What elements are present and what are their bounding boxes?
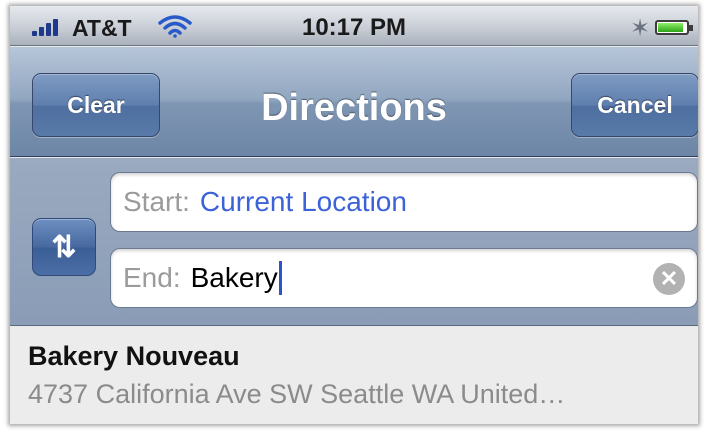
end-value: Bakery — [190, 262, 278, 293]
end-field[interactable]: End: Bakery ✕ — [110, 248, 698, 308]
start-label: Start: — [123, 186, 190, 217]
result-address: 4737 California Ave SW Seattle WA United… — [28, 379, 566, 409]
route-input-panel: ⇅ Start: Current Location End: Bakery ✕ — [10, 158, 698, 326]
result-name: Bakery Nouveau — [28, 341, 240, 371]
cancel-button[interactable]: Cancel — [571, 73, 698, 137]
swap-route-button[interactable]: ⇅ — [32, 218, 96, 276]
search-results-list: Bakery Nouveau 4737 California Ave SW Se… — [10, 327, 698, 424]
text-cursor — [278, 260, 282, 295]
status-bar: AT&T 10:17 PM ✶ — [10, 6, 698, 46]
navigation-bar: Clear Directions Cancel — [10, 47, 698, 157]
end-label: End: — [123, 262, 181, 293]
clear-text-icon[interactable]: ✕ — [653, 263, 685, 295]
start-value: Current Location — [199, 186, 407, 217]
bluetooth-icon: ✶ — [630, 15, 651, 42]
status-time: 10:17 PM — [301, 14, 407, 41]
iphone-screen: AT&T 10:17 PM ✶ Clear Directions Cancel … — [10, 6, 698, 424]
swap-arrows-icon: ⇅ — [51, 230, 77, 264]
start-field[interactable]: Start: Current Location — [110, 172, 698, 232]
battery-icon — [655, 20, 693, 35]
